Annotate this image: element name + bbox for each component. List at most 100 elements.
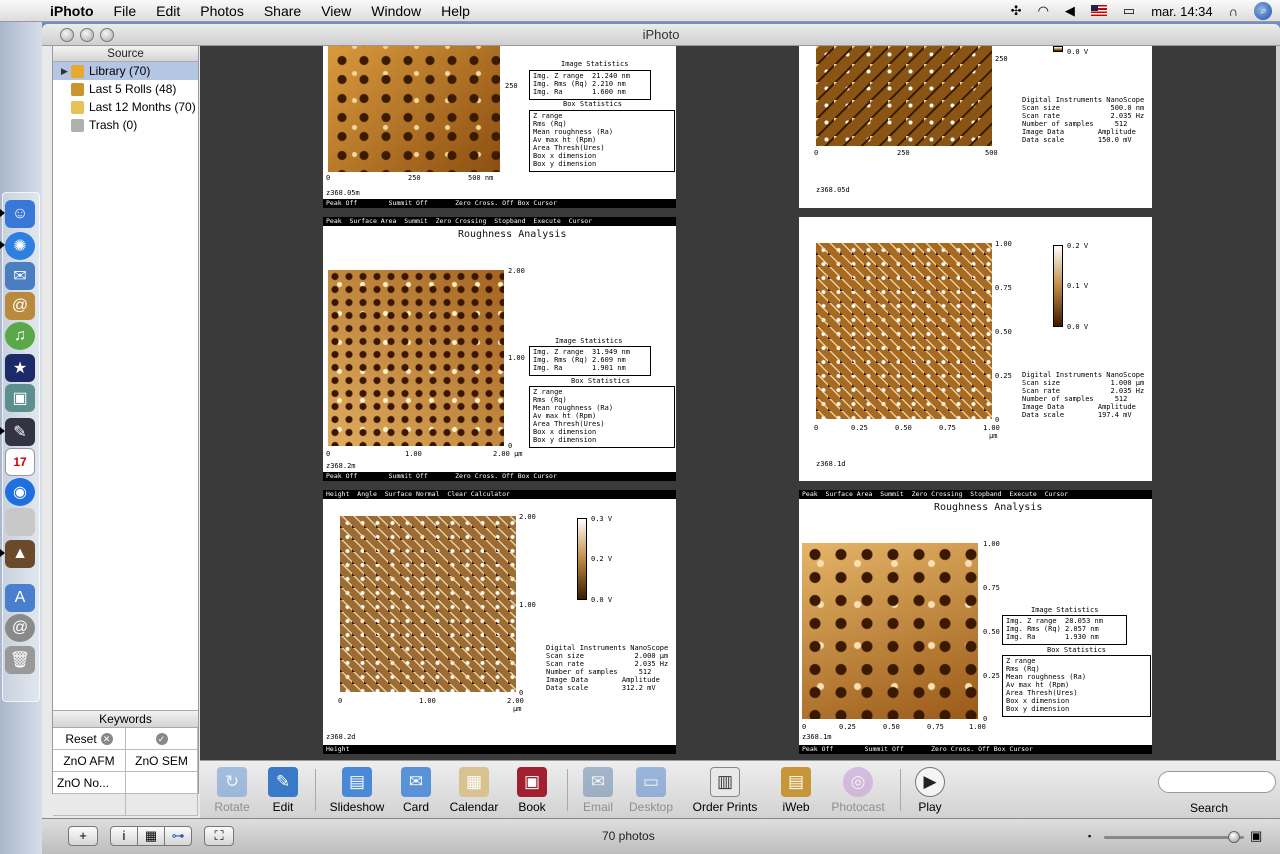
photo-thumbnail[interactable]: 250 0 250 500 nm Image Statistics Img. Z… <box>323 46 676 208</box>
fullscreen-button[interactable]: ⛶ <box>204 826 234 846</box>
iphoto-dock-icon[interactable]: ▣ <box>5 384 35 412</box>
rotate-button[interactable]: ↻ Rotate <box>210 767 254 814</box>
order-prints-button[interactable]: ▥ Order Prints <box>690 767 760 814</box>
iweb-button[interactable]: ▤ iWeb <box>774 767 818 814</box>
address-book-icon[interactable]: @ <box>5 292 35 320</box>
x-tick: 0.75 <box>927 723 944 731</box>
iweb-icon: ▤ <box>781 767 811 797</box>
keyword-zno-sem[interactable]: ZnO SEM <box>126 750 198 772</box>
imovie-star-icon[interactable]: ★ <box>5 354 35 382</box>
menu-view[interactable]: View <box>311 3 361 19</box>
source-last-months-label: Last 12 Months (70) <box>89 100 196 114</box>
source-last-months[interactable]: Last 12 Months (70) <box>53 98 198 116</box>
book-button[interactable]: ▣ Book <box>512 767 552 814</box>
keyword-empty[interactable] <box>126 794 198 816</box>
afm-height-image <box>328 46 500 172</box>
downloads-icon[interactable]: @ <box>5 614 35 642</box>
slideshow-label: Slideshow <box>329 800 385 814</box>
source-trash-label: Trash (0) <box>89 118 138 132</box>
input-flag-icon[interactable] <box>1083 4 1115 19</box>
keyword-empty[interactable] <box>126 772 198 794</box>
x-tick: 0 <box>814 149 819 157</box>
play-button[interactable]: ▶ Play <box>910 767 950 814</box>
wifi-icon[interactable]: ◠ <box>1030 3 1057 19</box>
ical-icon[interactable]: 17 <box>5 448 35 476</box>
keywords-button[interactable]: ⊶ <box>164 826 192 846</box>
spotlight-icon[interactable]: ⌕ <box>1246 2 1280 20</box>
disclosure-triangle-icon[interactable]: ▶ <box>61 66 71 77</box>
user-icon[interactable]: ∩ <box>1221 4 1246 19</box>
desktop-button[interactable]: ▭ Desktop <box>626 767 676 814</box>
photo-thumbnail[interactable]: Height Angle Surface Normal Clear Calcul… <box>323 490 676 754</box>
size-slider[interactable] <box>1104 836 1244 839</box>
scale-value: 0.0 V <box>591 596 613 604</box>
photocast-button[interactable]: ◎ Photocast <box>828 767 888 814</box>
photo-thumbnail[interactable]: Peak Surface Area Summit Zero Crossing S… <box>323 217 676 481</box>
card-button[interactable]: ✉ Card <box>396 767 436 814</box>
afm-height-image <box>328 270 504 446</box>
info-button[interactable]: i <box>110 826 138 846</box>
battery-icon[interactable]: ▭ <box>1115 3 1143 19</box>
box-stats-heading: Box Statistics <box>571 377 631 385</box>
keyword-zno-no[interactable]: ZnO No... <box>53 772 126 794</box>
zoom-button[interactable] <box>100 28 114 42</box>
menu-edit[interactable]: Edit <box>146 3 190 19</box>
menu-photos[interactable]: Photos <box>190 3 254 19</box>
finder-icon[interactable]: ☺ <box>5 200 35 228</box>
color-scale-bar <box>1053 46 1063 52</box>
pen-tool-icon[interactable]: ✎ <box>5 418 35 446</box>
email-label: Email <box>582 800 613 814</box>
slideshow-icon: ▤ <box>342 767 372 797</box>
keyword-zno-afm[interactable]: ZnO AFM <box>53 750 126 772</box>
bluetooth-icon[interactable]: ✣ <box>1003 3 1030 19</box>
calendar-button[interactable]: ▦ Calendar <box>448 767 500 814</box>
title-bar[interactable]: iPhoto <box>42 24 1280 46</box>
afm-amplitude-image <box>816 46 992 146</box>
menu-clock[interactable]: mar. 14:34 <box>1143 4 1220 19</box>
add-album-button[interactable]: + <box>68 826 98 846</box>
close-button[interactable] <box>60 28 74 42</box>
keywords-reset-button[interactable]: Reset ✕ <box>53 728 126 750</box>
source-trash[interactable]: Trash (0) <box>53 116 198 134</box>
menu-share[interactable]: Share <box>254 3 311 19</box>
keyword-checkmark[interactable]: ✓ <box>126 728 198 750</box>
menu-app[interactable]: iPhoto <box>40 3 104 19</box>
menu-help[interactable]: Help <box>431 3 480 19</box>
y-tick: 2.00 <box>508 267 525 275</box>
trash-icon[interactable]: 🗑 <box>5 646 35 674</box>
y-tick: 250 <box>505 82 518 90</box>
menu-file[interactable]: File <box>104 3 147 19</box>
mail-icon[interactable]: ✉ <box>5 262 35 290</box>
menu-window[interactable]: Window <box>361 3 431 19</box>
itunes-icon[interactable]: ♫ <box>5 322 35 350</box>
photo-thumbnail[interactable]: 1.00 0.75 0.50 0.25 0 0 0.25 0.50 0.75 1… <box>799 217 1152 481</box>
photo-thumbnail[interactable]: 0.0 V 250 0 250 500 Digital Instruments … <box>799 46 1152 208</box>
x-tick: 0.50 <box>895 424 912 432</box>
size-slider-knob[interactable] <box>1228 831 1240 843</box>
iphoto-running-icon[interactable]: ▲ <box>5 540 35 568</box>
ichat-icon[interactable]: ◉ <box>5 478 35 506</box>
y-tick: 1.00 <box>995 240 1012 248</box>
apple-logo-icon[interactable] <box>5 508 35 536</box>
slideshow-button[interactable]: ▤ Slideshow <box>328 767 386 814</box>
afm-status-bar: Peak Off Summit Off Zero Cross. Off Box … <box>323 199 676 208</box>
x-tick: 0 <box>814 424 819 432</box>
photocast-icon: ◎ <box>843 767 873 797</box>
volume-icon[interactable]: ◀ <box>1057 3 1083 19</box>
x-tick: 500 nm <box>468 174 494 182</box>
email-button[interactable]: ✉ Email <box>578 767 618 814</box>
applications-folder-icon[interactable]: A <box>5 584 35 612</box>
keyword-empty[interactable] <box>53 794 126 816</box>
calendar-view-button[interactable]: ▦ <box>137 826 165 846</box>
minimize-button[interactable] <box>80 28 94 42</box>
edit-button[interactable]: ✎ Edit <box>261 767 305 814</box>
vertical-scrollbar[interactable] <box>1276 46 1280 760</box>
source-library[interactable]: ▶ Library (70) <box>53 62 198 80</box>
scale-value: 0.2 V <box>591 555 613 563</box>
source-last-rolls[interactable]: Last 5 Rolls (48) <box>53 80 198 98</box>
photo-thumbnail[interactable]: Peak Surface Area Summit Zero Crossing S… <box>799 490 1152 754</box>
y-tick: 0.75 <box>995 284 1012 292</box>
sample-label: z368.05m <box>326 189 360 197</box>
safari-icon[interactable]: ✺ <box>5 232 35 260</box>
search-input[interactable] <box>1158 771 1276 793</box>
